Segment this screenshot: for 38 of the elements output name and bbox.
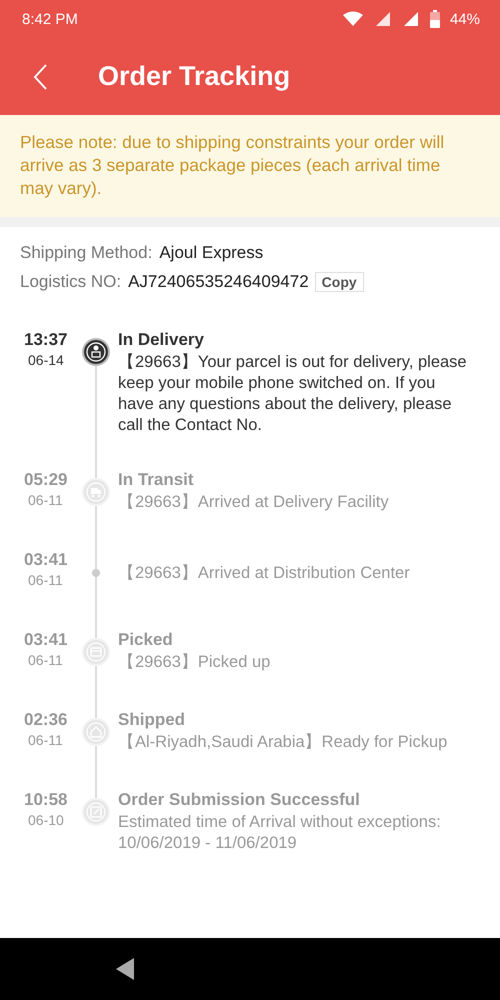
event-description: 【29663】Arrived at Distribution Center: [118, 563, 411, 584]
event-description: Estimated time of Arrival without exceptions: 10/06/2019 - 11/06/2019: [118, 812, 442, 854]
event-title: In Transit: [118, 470, 195, 490]
event-description: 【29663】Arrived at Delivery Facility: [118, 492, 390, 513]
event-time: 13:37: [23, 330, 68, 350]
event-title: Picked: [118, 630, 174, 650]
event-date: 06-11: [27, 732, 64, 748]
event-time: 03:41: [23, 550, 68, 570]
event-date: 06-11: [27, 652, 64, 668]
event-date: 06-14: [27, 352, 65, 368]
event-description: 【29663】Your parcel is out for delivery, please keep your mobile phone switched on. If you have any questions about the delivery, please call the Contact No.: [118, 352, 468, 436]
field-label: Shipping Method:: [20, 243, 152, 263]
event-date: 06-11: [27, 572, 64, 588]
event-description: 【Al-Riyadh,Saudi Arabia】Ready for Pickup: [118, 732, 448, 753]
event-title: Shipped: [118, 710, 186, 730]
event-time: 03:41: [23, 630, 68, 650]
event-title: In Delivery: [118, 330, 205, 350]
page-title: Order Tracking: [98, 61, 290, 92]
notice-banner: Please note: due to shipping constraints your order will arrive as 3 separate package pieces (each arrival time may vary).: [0, 115, 500, 227]
back-icon[interactable]: [32, 62, 48, 90]
logistics-number: AJ72406535246409472: [128, 272, 309, 292]
battery-icon: [430, 10, 440, 28]
signal-icon: [374, 11, 392, 27]
copy-button[interactable]: Copy: [314, 272, 364, 292]
wifi-icon: [342, 11, 364, 27]
event-time: 10:58: [23, 790, 68, 810]
signal-icon: [402, 11, 420, 27]
shipping-method: Ajoul Express: [159, 243, 264, 263]
event-date: 06-10: [27, 812, 65, 828]
event-title: Order Submission Successful: [118, 790, 361, 810]
status-time: 8:42 PM: [22, 10, 78, 28]
event-time: 02:36: [23, 710, 68, 730]
battery-level: 44%: [450, 10, 480, 28]
event-time: 05:29: [23, 470, 68, 490]
back-icon[interactable]: [114, 957, 136, 981]
field-label: Logistics NO:: [20, 272, 122, 292]
event-description: 【29663】Picked up: [118, 652, 272, 673]
event-date: 06-11: [27, 492, 64, 508]
